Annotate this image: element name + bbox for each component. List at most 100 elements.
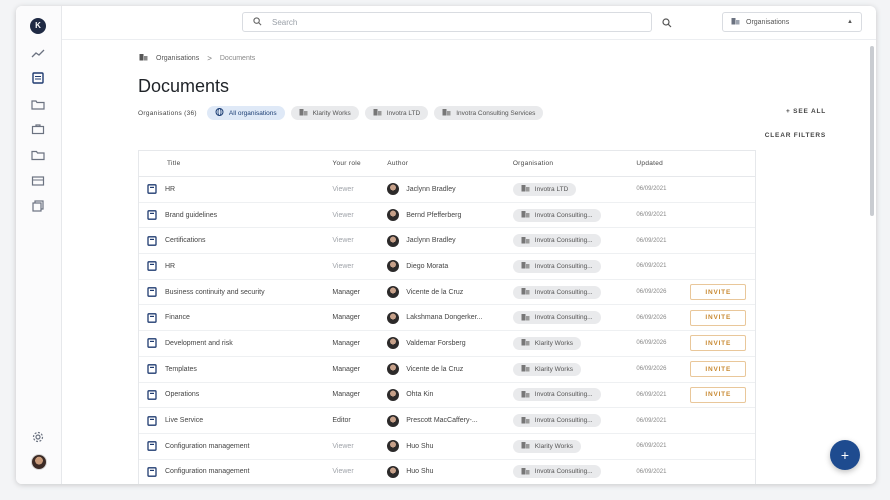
- breadcrumb-root[interactable]: Organisations: [156, 55, 199, 62]
- filter-chip[interactable]: Invotra Consulting Services: [434, 106, 544, 120]
- document-icon: [147, 235, 157, 246]
- folder-icon[interactable]: [31, 98, 45, 110]
- table-row[interactable]: Operations Manager Ohta Kin Invotra Consult…: [139, 383, 755, 409]
- document-title[interactable]: Finance: [165, 314, 190, 321]
- invite-button[interactable]: INVITE: [690, 284, 747, 301]
- cell-title[interactable]: Development and risk: [139, 338, 332, 349]
- filter-chip[interactable]: Invotra LTD: [364, 106, 429, 120]
- search-button-icon[interactable]: [662, 15, 676, 29]
- document-icon: [147, 415, 157, 426]
- document-icon: [147, 287, 157, 297]
- organisation-tag[interactable]: Invotra Consulting...: [512, 208, 601, 222]
- see-all-button[interactable]: + SEE ALL: [786, 108, 826, 115]
- document-title[interactable]: Live Service: [165, 417, 203, 424]
- cell-title[interactable]: Brand guidelines: [139, 210, 332, 220]
- cell-title[interactable]: Business continuity and security: [139, 287, 332, 297]
- table-row[interactable]: Live Service Editor Prescott MacCaffery-..…: [139, 408, 755, 434]
- invite-button[interactable]: INVITE: [690, 386, 747, 403]
- table-row[interactable]: Certifications Viewer Jaclynn Bradley Invot…: [139, 228, 755, 255]
- folder-outline-icon[interactable]: [31, 149, 45, 160]
- table-row[interactable]: Finance Manager Lakshmana Dongerker... Invo…: [139, 305, 755, 332]
- table-row[interactable]: Templates Manager Vicente de la Cruz Klarit…: [139, 357, 755, 383]
- cell-title[interactable]: Configuration management: [139, 441, 332, 452]
- column-header-updated[interactable]: Updated: [636, 160, 690, 167]
- card-icon[interactable]: [31, 175, 45, 186]
- organisation-tag[interactable]: Invotra Consulting...: [512, 259, 601, 273]
- invite-button[interactable]: INVITE: [690, 361, 747, 378]
- table-row[interactable]: HR Viewer Diego Morata Invotra Consulting..…: [139, 254, 755, 280]
- document-title[interactable]: Configuration management: [165, 468, 249, 475]
- organisation-tag[interactable]: Invotra Consulting...: [512, 234, 601, 248]
- side-rail: K: [16, 6, 62, 484]
- cell-updated: 06/09/2021: [636, 443, 667, 450]
- column-header-organisation[interactable]: Organisation: [513, 160, 637, 167]
- table-row[interactable]: HR Viewer Jaclynn Bradley Invotra LTD 06/09/…: [139, 177, 755, 203]
- organisation-filters: Organisations (36) All organisations Kla…: [138, 105, 860, 121]
- cell-title[interactable]: Operations: [139, 389, 332, 400]
- document-icon[interactable]: [31, 71, 45, 84]
- document-title[interactable]: Development and risk: [165, 340, 233, 347]
- cell-title[interactable]: Configuration management: [139, 467, 332, 477]
- filter-chip[interactable]: Klarity Works: [290, 106, 359, 120]
- clear-filters-button[interactable]: CLEAR FILTERS: [765, 132, 826, 139]
- filter-label: Organisations (36): [138, 109, 197, 117]
- column-header-role[interactable]: Your role: [332, 160, 387, 167]
- organisation-tag[interactable]: Klarity Works: [512, 336, 581, 350]
- briefcase-icon[interactable]: [31, 123, 45, 134]
- organisation-tag[interactable]: Invotra Consulting...: [512, 388, 601, 402]
- cell-title[interactable]: Live Service: [139, 415, 332, 426]
- app-logo[interactable]: K: [30, 18, 46, 34]
- author-name: Huo Shu: [406, 442, 434, 450]
- document-title[interactable]: Business continuity and security: [165, 289, 265, 296]
- document-icon: [147, 467, 157, 477]
- table-row[interactable]: Configuration management Viewer Huo Shu Inv…: [139, 460, 755, 484]
- document-title[interactable]: Brand guidelines: [165, 212, 217, 219]
- add-button[interactable]: +: [830, 440, 860, 470]
- column-header-author[interactable]: Author: [387, 160, 513, 167]
- cell-organisation: Klarity Works: [512, 439, 637, 453]
- user-avatar[interactable]: [31, 454, 47, 470]
- gear-icon[interactable]: [31, 431, 45, 442]
- organisation-tag[interactable]: Invotra Consulting...: [512, 285, 601, 299]
- document-icon: [147, 210, 157, 220]
- organisation-tag[interactable]: Klarity Works: [512, 362, 581, 376]
- organisation-tag[interactable]: Invotra Consulting...: [512, 465, 601, 479]
- search-input[interactable]: Search: [242, 12, 652, 32]
- organisation-select[interactable]: Organisations ▲: [722, 12, 862, 32]
- document-title[interactable]: Configuration management: [165, 443, 249, 450]
- cell-author: Jaclynn Bradley: [387, 183, 513, 196]
- column-header-title[interactable]: Title: [139, 160, 332, 167]
- cell-title[interactable]: Certifications: [139, 235, 332, 246]
- table-row[interactable]: Configuration management Viewer Huo Shu Kla…: [139, 434, 755, 460]
- scrollbar[interactable]: [870, 46, 874, 216]
- table-row[interactable]: Brand guidelines Viewer Bernd Pfefferberg I…: [139, 203, 755, 229]
- invite-button[interactable]: INVITE: [690, 335, 747, 352]
- document-icon: [147, 261, 157, 272]
- filter-chip-label: Klarity Works: [312, 109, 351, 117]
- building-icon: [299, 108, 308, 118]
- cell-updated: 06/09/2026: [636, 340, 667, 347]
- organisation-tag[interactable]: Invotra Consulting...: [512, 414, 601, 428]
- table-row[interactable]: Business continuity and security Manager V…: [139, 280, 755, 306]
- table-row[interactable]: Development and risk Manager Valdemar Fors…: [139, 331, 755, 357]
- document-title[interactable]: Certifications: [165, 237, 205, 244]
- organisation-tag[interactable]: Klarity Works: [512, 439, 581, 453]
- document-title[interactable]: Operations: [165, 391, 199, 398]
- trend-icon[interactable]: [31, 48, 45, 59]
- building-icon: [442, 108, 451, 118]
- cell-title[interactable]: Finance: [139, 312, 332, 323]
- organisation-tag[interactable]: Invotra LTD: [512, 182, 577, 196]
- cell-title[interactable]: HR: [139, 184, 332, 195]
- invite-button[interactable]: INVITE: [690, 309, 747, 326]
- document-title[interactable]: Templates: [165, 366, 197, 373]
- filter-chip-all[interactable]: All organisations: [206, 106, 285, 120]
- cell-role: Viewer: [332, 185, 354, 193]
- cell-author: Jaclynn Bradley: [387, 234, 513, 247]
- document-title[interactable]: HR: [165, 263, 175, 270]
- copy-icon[interactable]: [31, 199, 45, 212]
- cell-title[interactable]: Templates: [139, 364, 332, 375]
- cell-title[interactable]: HR: [139, 261, 332, 272]
- document-title[interactable]: HR: [165, 186, 175, 193]
- author-avatar: [387, 234, 400, 247]
- organisation-tag[interactable]: Invotra Consulting...: [512, 311, 601, 325]
